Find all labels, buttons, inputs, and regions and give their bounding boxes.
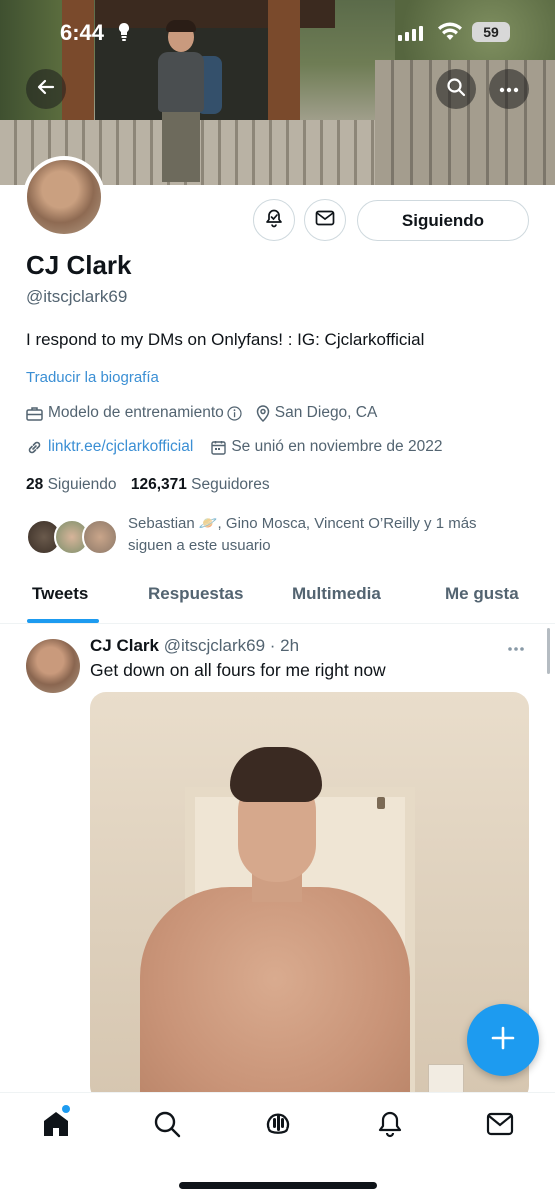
legs (162, 112, 200, 182)
photo-hair (230, 747, 322, 802)
more-icon (507, 636, 525, 656)
following-count: 28 (26, 476, 44, 493)
followers-you-know-text[interactable]: Sebastian 🪐, Gino Mosca, Vincent O’Reill… (128, 513, 538, 557)
tweet-more-button[interactable] (507, 636, 525, 657)
followers-count: 126,371 (130, 476, 187, 493)
location-pin-icon (256, 404, 270, 422)
unread-indicator (62, 1105, 70, 1113)
tweet-author-name[interactable]: CJ Clark (90, 636, 159, 655)
profile-location: San Diego, CA (274, 404, 378, 421)
profile-name: CJ Clark (26, 250, 132, 280)
tweet-header: CJ Clark @itscjclark69 · 2h (90, 636, 299, 656)
tweet-media-photo[interactable] (90, 692, 529, 1102)
status-bar: 6:44 59 (0, 0, 555, 64)
tweet-author-avatar[interactable] (26, 639, 80, 693)
profile-bio: I respond to my DMs on Onlyfans! : IG: C… (26, 330, 425, 349)
profile-meta-row-2: linktr.ee/cjclarkofficial Se unió en nov… (26, 438, 442, 456)
compose-tweet-button[interactable] (467, 1004, 539, 1076)
tab-likes[interactable]: Me gusta (445, 584, 519, 604)
search-icon (446, 77, 466, 102)
nav-home[interactable] (39, 1109, 73, 1143)
notification-bell-icon (264, 208, 284, 233)
mail-icon (486, 1112, 514, 1141)
profile-website-link[interactable]: linktr.ee/cjclarkofficial (48, 438, 193, 456)
followers-label: Seguidores (191, 476, 270, 493)
followed-by-line-1: Sebastian 🪐, Gino Mosca, Vincent O’Reill… (128, 515, 477, 532)
follow-counts: 28 Siguiendo 126,371 Seguidores (26, 476, 270, 494)
photo-hinge (377, 797, 385, 809)
info-icon[interactable] (227, 405, 242, 421)
nav-search[interactable] (150, 1109, 184, 1143)
back-button[interactable] (26, 69, 66, 109)
tweet-handle-time: @itscjclark69 · 2h (163, 636, 300, 655)
lightbulb-icon (118, 22, 130, 47)
mutual-follower-avatar (82, 519, 118, 555)
search-icon (153, 1110, 181, 1143)
profile-handle: @itscjclark69 (26, 287, 128, 306)
profile-meta-row-1: Modelo de entrenamiento San Diego, CA (26, 404, 377, 422)
briefcase-icon (26, 406, 43, 421)
translate-bio-link[interactable]: Traducir la biografía (26, 369, 159, 386)
profile-joined-date: Se unió en noviembre de 2022 (231, 438, 443, 455)
plus-icon (490, 1025, 516, 1056)
notification-bell-icon (376, 1110, 404, 1143)
status-time: 6:44 (60, 20, 105, 45)
notifications-button[interactable] (253, 199, 295, 241)
spaces-icon (263, 1109, 293, 1144)
nav-notifications[interactable] (373, 1109, 407, 1143)
tweet-text: Get down on all fours for me right now (90, 660, 386, 680)
more-icon (499, 80, 519, 98)
calendar-icon (211, 440, 227, 455)
signal-icon (398, 26, 423, 41)
followers-link[interactable]: 126,371 Seguidores (131, 476, 270, 493)
following-link[interactable]: 28 Siguiendo (26, 476, 117, 493)
nav-messages[interactable] (483, 1109, 517, 1143)
link-icon (26, 439, 43, 456)
following-label: Siguiendo (47, 476, 117, 493)
profile-tabs: Tweets Respuestas Multimedia Me gusta (0, 570, 555, 624)
photo-torso (140, 887, 410, 1102)
tab-media[interactable]: Multimedia (292, 584, 381, 604)
mail-icon (315, 210, 335, 231)
back-arrow-icon (36, 77, 56, 102)
search-button[interactable] (436, 69, 476, 109)
home-icon (41, 1109, 71, 1144)
profile-category: Modelo de entrenamiento (48, 404, 224, 421)
home-indicator[interactable] (179, 1182, 377, 1189)
following-button[interactable]: Siguiendo (357, 200, 529, 241)
wifi-icon (437, 22, 463, 47)
more-options-button[interactable] (489, 69, 529, 109)
profile-avatar[interactable] (23, 156, 105, 238)
active-tab-indicator (27, 619, 99, 623)
nav-spaces[interactable] (261, 1109, 295, 1143)
tab-tweets[interactable]: Tweets (32, 584, 88, 604)
tab-replies[interactable]: Respuestas (148, 584, 243, 604)
battery-indicator: 59 (472, 22, 510, 42)
scrollbar[interactable] (547, 628, 550, 674)
message-button[interactable] (304, 199, 346, 241)
followed-by-line-2: siguen a este usuario (128, 537, 271, 554)
